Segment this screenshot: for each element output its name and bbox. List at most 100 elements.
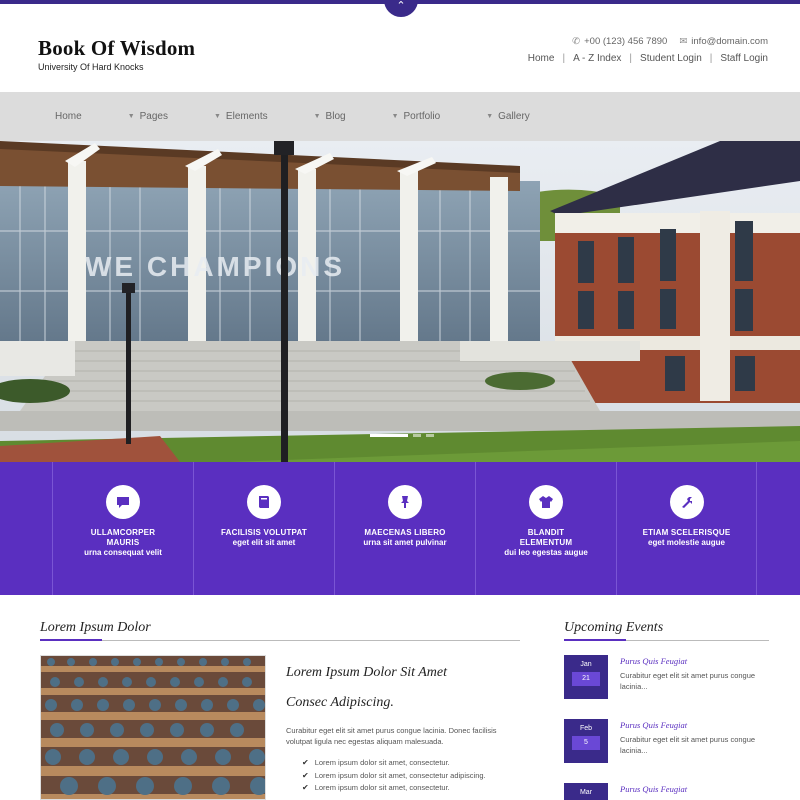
event-item[interactable]: Feb 5 Purus Quis Feugiat Curabitur eget … [564,719,774,769]
article-subtitle: Consec Adipiscing. [286,695,394,710]
phone-number: +00 (123) 456 7890 [584,36,668,47]
feature-heading: ULLAMCORPER [90,528,156,537]
site-subtitle: University Of Hard Knocks [38,62,144,72]
event-month: Jan [580,661,592,668]
event-month: Feb [579,725,593,732]
email-address[interactable]: info@domain.com [691,36,768,47]
feature-icon-circle [106,485,140,519]
feature-heading: ETIAM SCELERISQUE [642,528,731,537]
book-icon [259,496,269,508]
hero-slider[interactable]: WE CHAMPIONS [0,141,800,462]
slider-dot[interactable] [413,434,421,437]
top-link-az-index[interactable]: A - Z Index [573,53,621,64]
nav-item-home[interactable]: Home [55,111,82,122]
events-title: Upcoming Events [564,620,664,635]
event-item[interactable]: Jan 21 Purus Quis Feugiat Curabitur eget… [564,655,774,705]
feature-heading: BLANDIT [527,528,565,537]
chat-icon [117,497,129,508]
article-body: Curabitur eget elit sit amet purus congu… [286,726,497,746]
slider-dot[interactable] [426,434,434,437]
feature-text: dui leo egestas augue [504,548,588,557]
nav-item-portfolio[interactable]: ▼ Portfolio [392,111,441,122]
nav-label: Elements [225,111,268,122]
nav-label: Home [55,111,82,122]
section-title: Lorem Ipsum Dolor [40,620,151,635]
phone-info: ✆ +00 (123) 456 7890 [572,36,667,47]
event-text: Curabitur eget elit sit amet purus congu… [620,735,756,755]
separator: | [629,53,633,64]
nav-item-gallery[interactable]: ▼ Gallery [486,111,530,122]
lecture-hall-photo [40,655,266,800]
features-band: ULLAMCORPER MAURIS urna consequat velit … [0,462,800,595]
event-title[interactable]: Purus Quis Feugiat [620,656,687,666]
nav-item-pages[interactable]: ▼ Pages [128,111,168,122]
feature-card[interactable]: BLANDIT ELEMENTUM dui leo egestas augue [475,462,616,595]
feature-icon-circle [529,485,563,519]
tools-icon [681,497,692,508]
chevron-up-icon: ⌃ [396,0,406,12]
dropdown-arrow-icon: ▼ [391,113,399,120]
feature-card[interactable]: FACILISIS VOLUTPAT eget elit sit amet [193,462,334,595]
feature-icon-circle [669,485,704,519]
feature-heading: MAURIS [106,538,140,547]
site-brand[interactable]: Book Of Wisdom University Of Hard Knocks [38,36,195,72]
dropdown-arrow-icon: ▼ [313,113,321,120]
feature-heading: FACILISIS VOLUTPAT [221,528,307,537]
banner-text: WE CHAMPIONS [85,251,345,282]
feature-card[interactable]: ULLAMCORPER MAURIS urna consequat velit [52,462,193,595]
separator: | [562,53,566,64]
event-day: 5 [572,736,600,750]
pin-icon [401,496,409,508]
slider-pagination [370,434,434,437]
scroll-top-button[interactable]: ⌃ [384,0,418,17]
event-title[interactable]: Purus Quis Feugiat [620,720,687,730]
top-link-staff-login[interactable]: Staff Login [720,53,768,64]
check-icon: ✔ [302,770,309,780]
top-link-student-login[interactable]: Student Login [640,53,702,64]
feature-text: eget molestie augue [648,538,725,547]
header-contact: ✆ +00 (123) 456 7890 ✉ info@domain.com [572,36,768,47]
events-divider-accent [564,639,626,641]
event-date-badge: Mar [564,783,608,800]
event-month: Mar [579,789,593,796]
main-nav: Home ▼ Pages ▼ Elements ▼ Blog ▼ Portfolio ▼… [0,92,800,141]
dropdown-arrow-icon: ▼ [127,113,135,120]
event-item[interactable]: Mar Purus Quis Feugiat [564,783,774,800]
shirt-icon [539,496,553,508]
email-info[interactable]: ✉ info@domain.com [679,36,768,47]
top-link-home[interactable]: Home [528,53,555,64]
dropdown-arrow-icon: ▼ [486,113,494,120]
feature-card[interactable]: MAECENAS LIBERO urna sit amet pulvinar [334,462,475,595]
feature-icon-circle [247,485,281,519]
nav-label: Gallery [498,111,530,122]
feature-card[interactable]: ETIAM SCELERISQUE eget molestie augue [616,462,757,595]
event-date-badge: Jan 21 [564,655,608,699]
nav-label: Pages [139,111,168,122]
phone-icon: ✆ [572,36,581,47]
feature-text: eget elit sit amet [232,538,296,547]
separator: | [709,53,713,64]
event-day: 21 [572,672,600,686]
nav-label: Blog [325,111,346,122]
slider-dot-active[interactable] [370,434,408,437]
event-title[interactable]: Purus Quis Feugiat [620,784,687,794]
nav-label: Portfolio [403,111,441,122]
section-divider-accent [40,639,102,641]
nav-item-blog[interactable]: ▼ Blog [314,111,346,122]
check-icon: ✔ [302,758,309,767]
feature-heading: ELEMENTUM [519,538,573,547]
feature-heading: MAECENAS LIBERO [364,528,446,537]
check-icon: ✔ [302,783,309,792]
article-title[interactable]: Lorem Ipsum Dolor Sit Amet [286,665,447,681]
article-list: ✔ Lorem ipsum dolor sit amet, consectetur… [302,757,486,795]
event-date-badge: Feb 5 [564,719,608,763]
feature-text: urna sit amet pulvinar [363,538,447,547]
feature-icon-circle [388,485,422,519]
dropdown-arrow-icon: ▼ [213,113,221,120]
list-item: ✔ Lorem ipsum dolor sit amet, consectetur… [302,758,450,767]
event-text: Curabitur eget elit sit amet purus congu… [620,671,756,691]
nav-item-elements[interactable]: ▼ Elements [214,111,268,122]
feature-text: urna consequat velit [84,548,162,557]
hero-image: WE CHAMPIONS [0,141,800,462]
envelope-icon: ✉ [679,36,688,47]
